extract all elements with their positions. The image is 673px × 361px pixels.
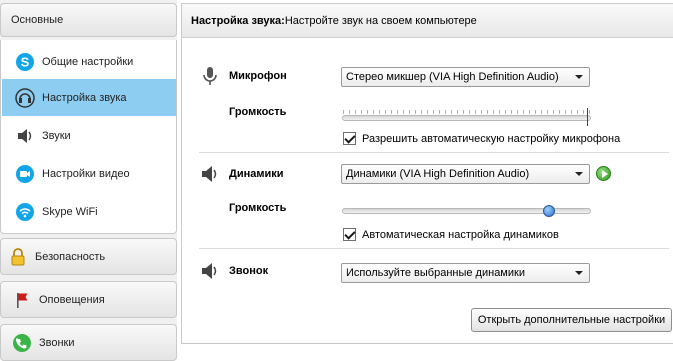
speakers-device-select[interactable]: Динамики (VIA High Definition Audio): [341, 164, 590, 184]
speakers-auto-checkbox[interactable]: [343, 228, 356, 241]
microphone-label: Микрофон: [229, 70, 287, 82]
flag-icon: [11, 289, 33, 311]
sidebar-item-label: Настройки видео: [42, 167, 130, 180]
sidebar-group-general[interactable]: Основные: [0, 3, 177, 37]
speakers-volume-label: Громкость: [229, 202, 287, 214]
chevron-down-icon: [575, 271, 583, 275]
page-title: Настройка звука:: [191, 14, 285, 27]
speaker-icon: [202, 166, 217, 182]
sidebar-item-sound-settings[interactable]: Настройка звука: [2, 79, 176, 116]
microphone-volume-slider[interactable]: [342, 115, 591, 121]
play-test-sound-button[interactable]: [596, 166, 611, 181]
sidebar-group-security[interactable]: Безопасность: [0, 238, 177, 275]
sidebar-item-skype-wifi[interactable]: Skype WiFi: [2, 193, 176, 230]
open-advanced-settings-button[interactable]: Открыть дополнительные настройки: [471, 308, 672, 332]
wifi-icon: [14, 201, 36, 223]
sidebar-item-label: Настройка звука: [42, 91, 127, 104]
sidebar-group-calls-label: Звонки: [39, 336, 75, 349]
sidebar-group-notifications-label: Оповещения: [39, 293, 105, 306]
speakers-label: Динамики: [229, 168, 284, 180]
page-subtitle: Настройте звук на своем компьютере: [284, 14, 477, 27]
sidebar-item-video-settings[interactable]: Настройки видео: [2, 155, 176, 192]
microphone-level-marker: [587, 108, 588, 126]
microphone-volume-label: Громкость: [229, 106, 287, 118]
sidebar-item-label: Skype WiFi: [42, 205, 98, 218]
chevron-down-icon: [575, 75, 583, 79]
microphone-device-value: Стерео микшер (VIA High Definition Audio…: [346, 71, 559, 83]
sound-settings-panel: Настройка звука: Настройте звук на своем…: [181, 3, 673, 344]
sidebar-item-label: Общие настройки: [42, 55, 134, 68]
speakers-auto-row: Автоматическая настройка динамиков: [343, 228, 559, 241]
svg-text:S: S: [21, 54, 30, 69]
video-camera-icon: [14, 163, 36, 185]
sidebar-group-general-label: Основные: [11, 14, 64, 26]
headset-icon: [14, 87, 36, 109]
sidebar-group-notifications[interactable]: Оповещения: [0, 281, 177, 318]
ringer-label: Звонок: [229, 265, 269, 277]
sidebar-group-calls[interactable]: Звонки: [0, 324, 177, 361]
panel-header: Настройка звука: Настройте звук на своем…: [182, 4, 673, 38]
speaker-icon: [14, 125, 36, 147]
speakers-device-value: Динамики (VIA High Definition Audio): [346, 168, 530, 180]
sidebar-item-label: Звуки: [42, 129, 71, 142]
phone-icon: [11, 332, 33, 354]
microphone-icon: [203, 67, 217, 85]
skype-icon: S: [14, 51, 36, 73]
microphone-auto-label: Разрешить автоматическую настройку микро…: [362, 132, 621, 145]
settings-sidebar: Основные S Общие настройки Настройка зву…: [0, 0, 177, 361]
sidebar-item-sounds[interactable]: Звуки: [2, 117, 176, 154]
ringer-device-value: Используйте выбранные динамики: [346, 267, 525, 279]
speakers-volume-thumb[interactable]: [542, 205, 555, 217]
sidebar-item-general-settings[interactable]: S Общие настройки: [2, 43, 176, 80]
speaker-icon: [202, 263, 217, 279]
ringer-device-select[interactable]: Используйте выбранные динамики: [341, 263, 590, 283]
sidebar-group-security-label: Безопасность: [35, 250, 106, 263]
lock-icon: [7, 246, 29, 268]
chevron-down-icon: [575, 172, 583, 176]
microphone-auto-row: Разрешить автоматическую настройку микро…: [343, 132, 620, 145]
microphone-level-ticks: [343, 110, 592, 114]
section-divider: [199, 248, 669, 249]
section-divider: [199, 152, 669, 153]
sidebar-general-items: S Общие настройки Настройка звука Звуки …: [0, 40, 177, 234]
microphone-auto-checkbox[interactable]: [343, 132, 356, 145]
speakers-auto-label: Автоматическая настройка динамиков: [362, 228, 559, 241]
open-advanced-settings-label: Открыть дополнительные настройки: [477, 314, 666, 326]
microphone-device-select[interactable]: Стерео микшер (VIA High Definition Audio…: [341, 67, 590, 87]
